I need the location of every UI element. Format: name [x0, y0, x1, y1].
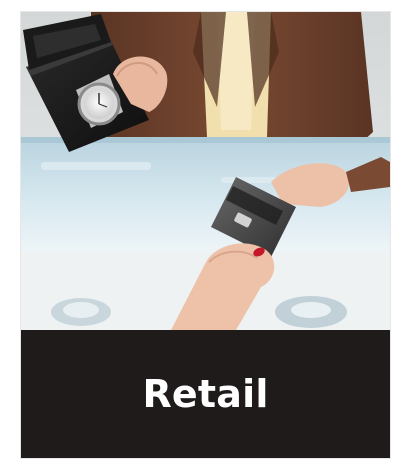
retail-photo: [21, 12, 390, 330]
retail-category-tile[interactable]: Retail: [21, 12, 390, 458]
tile-label: Retail: [142, 372, 269, 416]
tile-caption-bar: Retail: [21, 330, 390, 458]
